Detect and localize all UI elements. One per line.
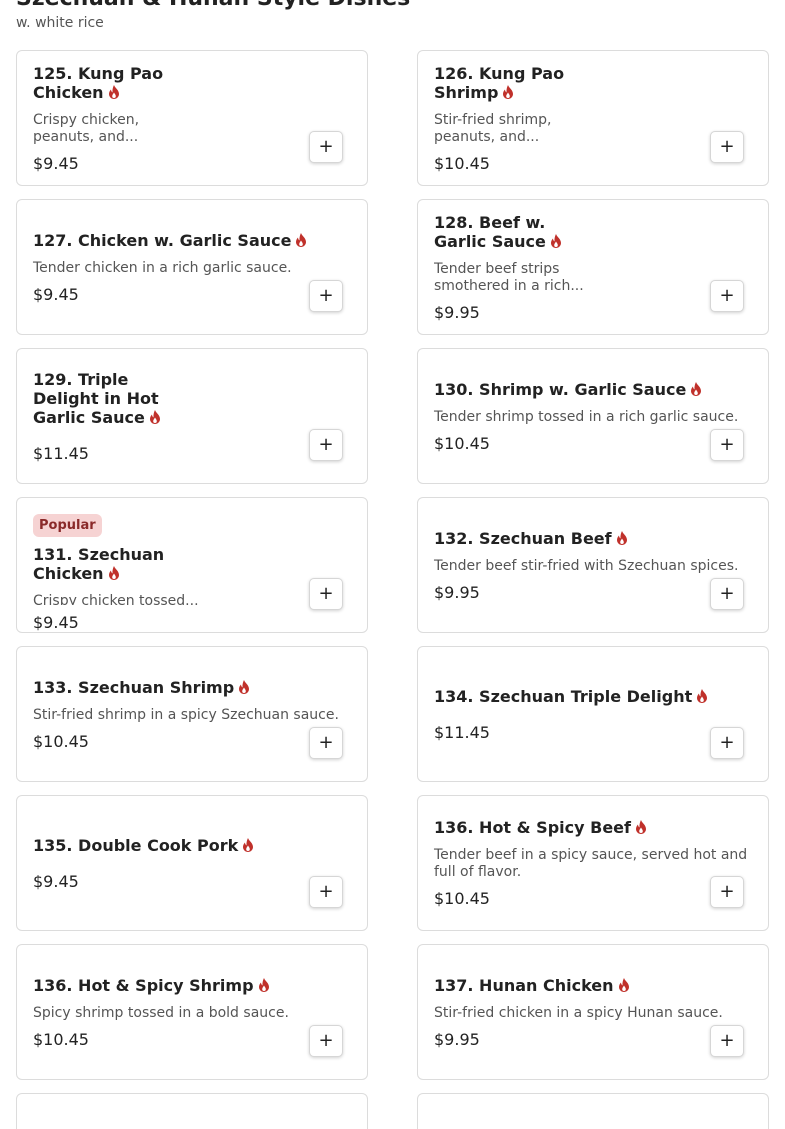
add-to-cart-button[interactable]: + [710,280,744,312]
flame-icon [502,84,514,103]
item-name: 128. Beef w. Garlic Sauce [434,213,564,252]
item-price: $10.45 [434,153,490,173]
item-price: $9.95 [434,302,480,322]
menu-item-card[interactable]: 130. Shrimp w. Garlic Sauce Tender shrim… [417,348,769,484]
add-to-cart-button[interactable]: + [309,876,343,908]
flame-icon [618,977,630,996]
item-name: 136. Hot & Spicy Shrimp [33,976,351,996]
item-name: 130. Shrimp w. Garlic Sauce [434,380,752,400]
item-price: $9.45 [33,871,79,891]
menu-item-card[interactable]: 126. Kung Pao Shrimp Stir-fried shrimp, … [417,50,769,186]
flame-icon [696,688,708,707]
item-price: $9.45 [33,153,79,173]
item-description: Tender beef in a spicy sauce, served hot… [434,847,748,880]
flame-icon [616,530,628,549]
item-description: Tender beef stir-fried with Szechuan spi… [434,557,739,574]
item-name: 132. Szechuan Beef [434,529,752,549]
item-name: 125. Kung Pao Chicken [33,63,164,103]
item-name: 133. Szechuan Shrimp [33,678,351,698]
menu-item-card[interactable]: 128. Beef w. Garlic Sauce Tender beef st… [417,199,769,335]
menu-item-card[interactable] [417,1093,769,1129]
item-name: 131. Szechuan Chicken [33,545,165,584]
item-description: Stir-fried shrimp in a spicy Szechuan sa… [33,706,339,723]
menu-item-card[interactable]: Popular 131. Szechuan Chicken Crispy chi… [16,497,368,633]
item-price: $10.45 [434,889,490,908]
item-description: Tender shrimp tossed in a rich garlic sa… [434,408,739,425]
item-description: Crispy chicken tossed... [33,593,199,605]
add-to-cart-button[interactable]: + [309,727,343,759]
item-price: $11.45 [33,443,89,463]
add-to-cart-button[interactable]: + [710,727,744,759]
item-description: Tender chicken in a rich garlic sauce. [33,259,292,276]
item-name: 137. Hunan Chicken [434,976,752,996]
item-price: $10.45 [434,433,490,453]
item-price: $10.45 [33,1029,89,1049]
flame-icon [690,381,702,400]
menu-grid: 125. Kung Pao Chicken Crispy chicken, pe… [16,50,769,1129]
add-to-cart-button[interactable]: + [309,1025,343,1057]
item-name: 134. Szechuan Triple Delight [434,687,752,707]
add-to-cart-button[interactable]: + [710,578,744,610]
item-price: $9.45 [33,613,79,632]
add-to-cart-button[interactable]: + [309,429,343,461]
menu-item-card[interactable]: 134. Szechuan Triple Delight $11.45 + [417,646,769,782]
flame-icon [258,977,270,996]
item-name: 127. Chicken w. Garlic Sauce [33,231,351,251]
add-to-cart-button[interactable]: + [309,280,343,312]
add-to-cart-button[interactable]: + [710,1025,744,1057]
item-description: Stir-fried shrimp, peanuts, and... [434,111,552,145]
item-price: $9.45 [33,284,79,304]
menu-item-card[interactable]: 136. Hot & Spicy Beef Tender beef in a s… [417,795,769,931]
item-price: $9.95 [434,1029,480,1049]
add-to-cart-button[interactable]: + [309,131,343,163]
menu-item-card[interactable]: 132. Szechuan Beef Tender beef stir-frie… [417,497,769,633]
flame-icon [238,679,250,698]
item-price: $9.95 [434,582,480,602]
item-name: 136. Hot & Spicy Beef [434,818,752,838]
flame-icon [108,84,120,103]
item-name: 129. Triple Delight in Hot Garlic Sauce [33,370,173,428]
add-to-cart-button[interactable]: + [309,578,343,610]
menu-item-card[interactable]: 136. Hot & Spicy Shrimp Spicy shrimp tos… [16,944,368,1080]
item-description: Tender beef strips smothered in a rich..… [434,260,584,294]
menu-item-card[interactable]: 125. Kung Pao Chicken Crispy chicken, pe… [16,50,368,186]
flame-icon [550,233,562,252]
popular-badge: Popular [33,514,102,537]
section-title: Szechuan & Hunan Style Dishes [16,0,410,11]
section-subtitle: w. white rice [16,15,104,31]
item-name: 126. Kung Pao Shrimp [434,63,565,103]
item-description: Spicy shrimp tossed in a bold sauce. [33,1004,289,1021]
flame-icon [108,565,120,584]
flame-icon [635,819,647,838]
menu-item-card[interactable]: 135. Double Cook Pork $9.45 + [16,795,368,931]
menu-item-card[interactable]: 137. Hunan Chicken Stir-fried chicken in… [417,944,769,1080]
item-price: $11.45 [434,722,490,742]
item-name: 135. Double Cook Pork [33,836,351,856]
flame-icon [295,232,307,251]
add-to-cart-button[interactable]: + [710,429,744,461]
menu-item-card[interactable]: 133. Szechuan Shrimp Stir-fried shrimp i… [16,646,368,782]
menu-item-card[interactable]: 129. Triple Delight in Hot Garlic Sauce … [16,348,368,484]
menu-item-card[interactable] [16,1093,368,1129]
item-price: $10.45 [33,731,89,751]
menu-item-card[interactable]: 127. Chicken w. Garlic Sauce Tender chic… [16,199,368,335]
item-description: Crispy chicken, peanuts, and... [33,111,140,145]
item-description: Stir-fried chicken in a spicy Hunan sauc… [434,1004,723,1021]
flame-icon [242,837,254,856]
add-to-cart-button[interactable]: + [710,876,744,908]
flame-icon [149,409,161,428]
add-to-cart-button[interactable]: + [710,131,744,163]
